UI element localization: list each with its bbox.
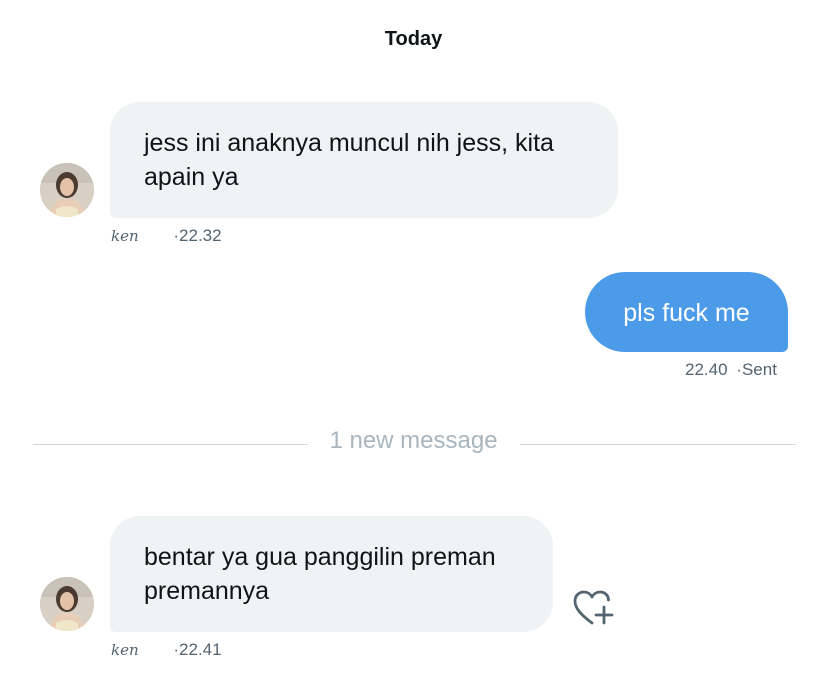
message-bubble-incoming[interactable]: bentar ya gua panggilin preman premannya bbox=[110, 516, 553, 632]
avatar-photo bbox=[40, 163, 94, 217]
sender-name: ken bbox=[111, 227, 139, 245]
message-time: ·22.32 bbox=[173, 226, 222, 245]
heart-plus-icon bbox=[573, 590, 614, 625]
date-header: Today bbox=[384, 28, 443, 50]
divider-line-right bbox=[520, 444, 796, 445]
message-bubble-incoming[interactable]: jess ini anaknya muncul nih jess, kita a… bbox=[110, 102, 618, 218]
avatar-photo bbox=[40, 577, 94, 631]
message-time: 22.40 bbox=[685, 360, 728, 379]
message-bubble-outgoing[interactable]: pls fuck me bbox=[585, 272, 788, 352]
sender-name: ken bbox=[111, 641, 139, 659]
message-meta: ken ·22.41 bbox=[111, 640, 222, 660]
message-time: ·22.41 bbox=[173, 640, 222, 659]
message-meta: ken ·22.32 bbox=[111, 226, 222, 246]
message-text: pls fuck me bbox=[623, 299, 750, 327]
add-reaction-button[interactable] bbox=[570, 587, 618, 629]
message-meta: 22.40 ·Sent bbox=[685, 360, 777, 380]
new-message-divider: 1 new message bbox=[329, 427, 498, 454]
sender-avatar[interactable] bbox=[40, 163, 94, 217]
message-text: bentar ya gua panggilin preman premannya bbox=[144, 543, 496, 605]
sender-avatar[interactable] bbox=[40, 577, 94, 631]
message-status: ·Sent bbox=[736, 360, 777, 379]
message-text: jess ini anaknya muncul nih jess, kita a… bbox=[144, 129, 554, 191]
